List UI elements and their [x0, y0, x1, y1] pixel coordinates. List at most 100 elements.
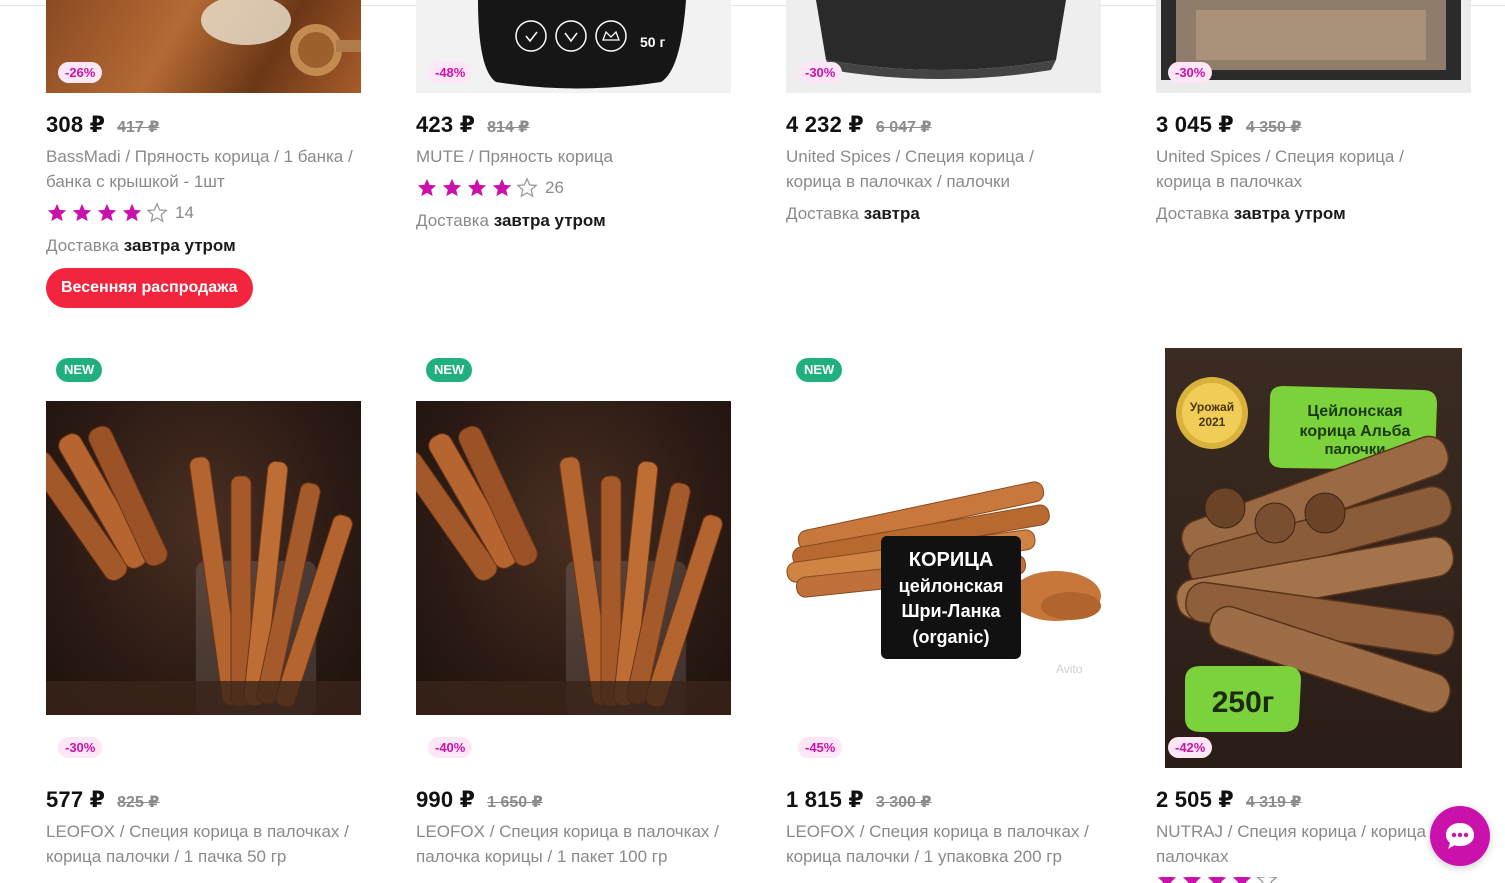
- delivery-label: Доставка: [46, 236, 120, 255]
- image-title-line: Цейлонская: [1307, 403, 1402, 420]
- image-text-line: Шри-Ланка: [901, 601, 1001, 621]
- star-filled-icon: [122, 203, 142, 222]
- delivery-date: завтра утром: [1233, 204, 1346, 223]
- product-title[interactable]: BassMadi / Пряность корица / 1 банка / б…: [46, 144, 366, 194]
- new-badge: NEW: [56, 358, 103, 382]
- image-weight-text: 250г: [1212, 686, 1275, 719]
- star-filled-icon: [1232, 877, 1252, 883]
- cinnamon-alba-image: Урожай 2021 Цейлонская корица Альба пало…: [1175, 377, 1455, 732]
- delivery-date: завтра утром: [123, 236, 236, 255]
- discount-badge: -30%: [58, 737, 103, 758]
- cinnamon-organic-image: КОРИЦА цейлонская Шри-Ланка (organic) Av…: [786, 481, 1101, 676]
- product-card[interactable]: Урожай 2021 Цейлонская корица Альба пало…: [1156, 348, 1486, 883]
- rating-count: 26: [545, 178, 564, 197]
- price: 3 045 ₽: [1156, 112, 1234, 137]
- discount-badge: -48%: [428, 62, 473, 83]
- price: 423 ₽: [416, 112, 476, 137]
- delivery-label: Доставка: [416, 211, 490, 230]
- image-text-line: цейлонская: [899, 576, 1004, 596]
- rating: 26: [416, 177, 564, 199]
- price: 990 ₽: [416, 787, 476, 812]
- brand-name: LEOFOX: [416, 822, 485, 841]
- star-empty-icon: [1256, 877, 1278, 883]
- product-title[interactable]: LEOFOX / Специя корица в палочках / пало…: [416, 819, 736, 869]
- image-text-line: КОРИЦА: [909, 549, 994, 571]
- delivery-info: Доставка завтра утром: [1156, 204, 1346, 224]
- product-card[interactable]: NEW -30% 577 ₽ 825 ₽ LEOFOX / Специя кор…: [46, 350, 376, 883]
- delivery-date: завтра: [863, 204, 920, 223]
- product-image[interactable]: [46, 401, 361, 715]
- new-badge: NEW: [796, 358, 843, 382]
- delivery-info: Доставка завтра утром: [46, 236, 236, 256]
- rating-count: 14: [175, 203, 194, 222]
- old-price: 6 047 ₽: [875, 119, 932, 136]
- promo-badge[interactable]: Весенняя распродажа: [46, 268, 253, 308]
- new-badge: NEW: [426, 358, 473, 382]
- pack-weight-label: 50 г: [640, 34, 665, 50]
- cinnamon-sticks-glass-image: [46, 425, 361, 715]
- star-filled-icon: [1207, 877, 1227, 883]
- product-card[interactable]: -30% 3 045 ₽ 4 350 ₽ United Spices / Спе…: [1156, 0, 1486, 240]
- rating: [1156, 877, 1281, 883]
- rating: 14: [46, 202, 194, 224]
- delivery-info: Доставка завтра утром: [416, 211, 606, 231]
- discount-badge: -30%: [798, 62, 843, 83]
- star-filled-icon: [467, 178, 487, 197]
- product-name: / Пряность корица: [464, 147, 613, 166]
- product-card[interactable]: NEW -40% 990 ₽ 1 650 ₽ LEOFOX / Специя к…: [416, 350, 746, 883]
- product-title[interactable]: LEOFOX / Специя корица в палочках / кори…: [46, 819, 366, 869]
- product-card[interactable]: -30% 4 232 ₽ 6 047 ₽ United Spices / Спе…: [786, 0, 1116, 240]
- brand-name: BassMadi: [46, 147, 121, 166]
- harvest-seal-text: Урожай: [1190, 400, 1234, 414]
- star-filled-icon: [417, 178, 437, 197]
- star-filled-icon: [1157, 877, 1177, 883]
- old-price: 3 300 ₽: [875, 794, 932, 811]
- watermark-text: Avito: [1056, 662, 1083, 676]
- delivery-label: Доставка: [786, 204, 860, 223]
- old-price: 1 650 ₽: [487, 794, 543, 811]
- delivery-info: Доставка завтра: [786, 204, 920, 224]
- delivery-label: Доставка: [1156, 204, 1230, 223]
- star-filled-icon: [72, 203, 92, 222]
- image-text-line: (organic): [912, 627, 989, 647]
- product-title[interactable]: NUTRAJ / Специя корица / корица палочках: [1156, 819, 1446, 869]
- product-title[interactable]: United Spices / Специя корица / корица в…: [1156, 144, 1436, 194]
- chat-button[interactable]: [1430, 806, 1490, 866]
- discount-badge: -42%: [1168, 737, 1213, 758]
- product-card[interactable]: NEW КОРИЦА цейлонская Шри-Ланка (organic…: [786, 350, 1116, 883]
- image-title-line: корица Альба: [1300, 423, 1411, 440]
- brand-name: LEOFOX: [786, 822, 855, 841]
- star-filled-icon: [1182, 877, 1202, 883]
- star-filled-icon: [97, 203, 117, 222]
- product-title[interactable]: MUTE / Пряность корица: [416, 144, 736, 169]
- old-price: 814 ₽: [487, 119, 530, 136]
- star-empty-icon: [146, 202, 168, 223]
- price: 577 ₽: [46, 787, 106, 812]
- brand-name: United Spices: [1156, 147, 1261, 166]
- product-card[interactable]: -26% 308 ₽ 417 ₽ BassMadi / Пряность кор…: [46, 0, 376, 320]
- star-filled-icon: [442, 178, 462, 197]
- discount-badge: -26%: [58, 62, 103, 83]
- delivery-date: завтра утром: [493, 211, 606, 230]
- price: 1 815 ₽: [786, 787, 864, 812]
- product-image[interactable]: Урожай 2021 Цейлонская корица Альба пало…: [1165, 348, 1462, 768]
- price: 308 ₽: [46, 112, 106, 137]
- price: 4 232 ₽: [786, 112, 864, 137]
- product-title[interactable]: LEOFOX / Специя корица в палочках / кори…: [786, 819, 1106, 869]
- chat-bubble-icon: [1446, 823, 1474, 849]
- brand-name: LEOFOX: [46, 822, 115, 841]
- old-price: 825 ₽: [117, 794, 160, 811]
- product-card[interactable]: 50 г -48% 423 ₽ 814 ₽ MUTE / Пряность ко…: [416, 0, 746, 240]
- product-image[interactable]: [416, 401, 731, 715]
- old-price: 417 ₽: [117, 119, 160, 136]
- discount-badge: -40%: [428, 737, 473, 758]
- old-price: 4 319 ₽: [1245, 794, 1302, 811]
- harvest-seal-text: 2021: [1199, 415, 1226, 429]
- product-title[interactable]: United Spices / Специя корица / корица в…: [786, 144, 1066, 194]
- brand-name: United Spices: [786, 147, 891, 166]
- product-image[interactable]: КОРИЦА цейлонская Шри-Ланка (organic) Av…: [786, 401, 1101, 715]
- brand-name: MUTE: [416, 147, 465, 166]
- price: 2 505 ₽: [1156, 787, 1234, 812]
- cinnamon-sticks-glass-image: [416, 425, 731, 715]
- discount-badge: -45%: [798, 737, 843, 758]
